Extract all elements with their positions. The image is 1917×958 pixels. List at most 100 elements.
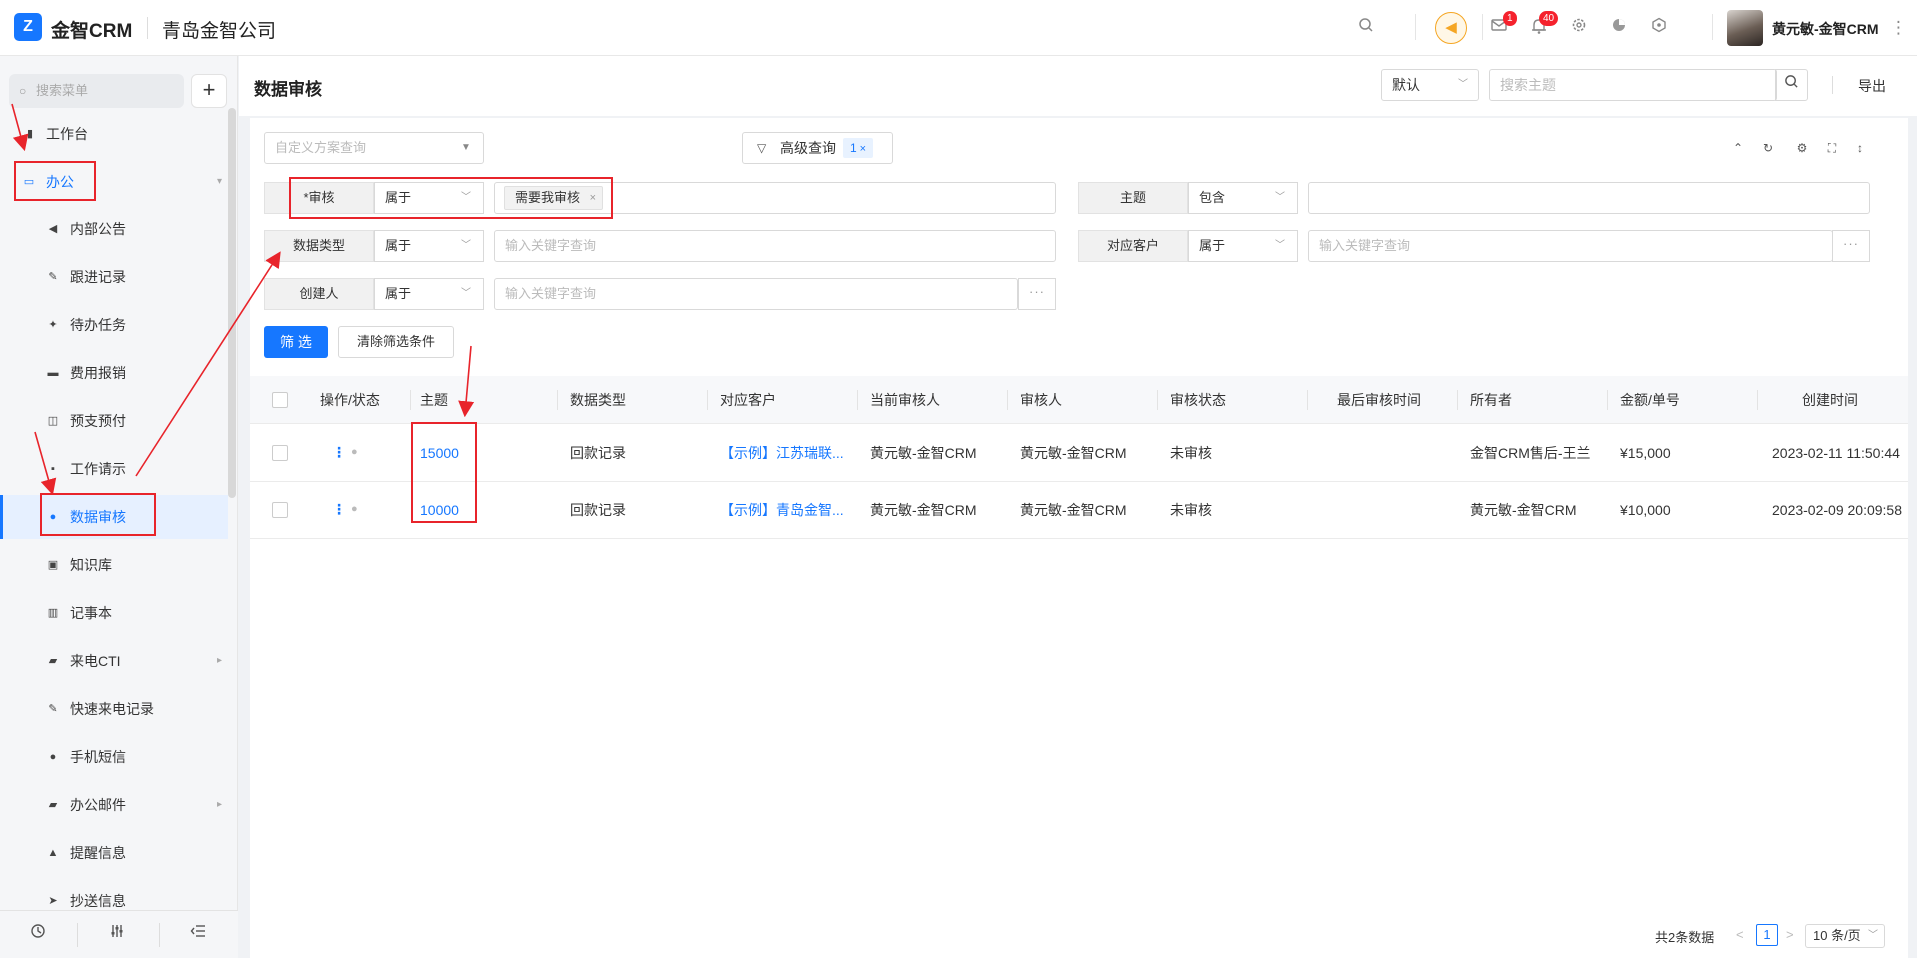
user-name[interactable]: 黄元敏-金智CRM: [1772, 19, 1879, 39]
sidebar-item-data-audit[interactable]: ● 数据审核: [0, 495, 228, 539]
divider: [77, 923, 78, 947]
column-header[interactable]: 当前审核人: [870, 376, 940, 424]
current-auditor-cell: 黄元敏-金智CRM: [870, 445, 977, 461]
column-height-icon[interactable]: ↕: [1852, 140, 1868, 156]
sidebar-item-cti[interactable]: ▰ 来电CTI ▸: [0, 639, 228, 683]
gear-icon[interactable]: ⚙: [1794, 140, 1810, 156]
customer-link[interactable]: 【示例】青岛金智...: [720, 482, 850, 539]
clear-filter-button[interactable]: 清除筛选条件: [338, 326, 454, 358]
column-header[interactable]: 对应客户: [720, 376, 776, 424]
creator-operator-select[interactable]: 属于 ﹀: [374, 278, 484, 310]
page-size-select[interactable]: 10 条/页 ﹀: [1805, 924, 1885, 948]
column-header[interactable]: 最后审核时间: [1337, 376, 1421, 424]
subject-search-input[interactable]: 搜索主题: [1489, 69, 1777, 101]
row-actions-icon[interactable]: ⋮: [332, 482, 346, 537]
auditor-cell: 黄元敏-金智CRM: [1020, 445, 1127, 461]
customer-link[interactable]: 【示例】江苏瑞联...: [720, 425, 850, 482]
close-icon[interactable]: ×: [590, 187, 596, 209]
collapse-up-icon[interactable]: ⌃: [1730, 140, 1746, 156]
next-page-icon[interactable]: >: [1786, 927, 1794, 942]
audit-operator-select[interactable]: 属于 ﹀: [374, 182, 484, 214]
table-row[interactable]: ⋮ ● 15000 回款记录 【示例】江苏瑞联... 黄元敏-金智CRM 黄元敏…: [250, 425, 1908, 482]
sidebar-item-office[interactable]: ▭ 办公 ▾: [0, 160, 228, 204]
column-divider[interactable]: [1007, 390, 1008, 410]
search-button[interactable]: [1775, 69, 1808, 101]
column-divider[interactable]: [1457, 390, 1458, 410]
sidebar-item-notebook[interactable]: ▥ 记事本: [0, 591, 228, 635]
column-divider[interactable]: [1307, 390, 1308, 410]
sidebar-item-mail[interactable]: ▰ 办公邮件 ▸: [0, 783, 228, 827]
export-button[interactable]: 导出: [1858, 76, 1886, 96]
select-all-checkbox[interactable]: [272, 392, 288, 408]
more-vertical-icon[interactable]: ⋮: [1890, 17, 1907, 39]
sidebar-item-sms[interactable]: ● 手机短信: [0, 735, 228, 779]
message-icon: ●: [49, 751, 57, 763]
sidebar-item-knowledge[interactable]: ▣ 知识库: [0, 543, 228, 587]
customer-more-button[interactable]: ···: [1832, 230, 1870, 262]
row-checkbox[interactable]: [272, 502, 288, 518]
divider: [147, 17, 148, 39]
app-name[interactable]: 金智CRM: [51, 16, 132, 43]
sidebar-item-request[interactable]: ▪ 工作请示: [0, 447, 228, 491]
column-divider[interactable]: [1607, 390, 1608, 410]
column-header[interactable]: 创建时间: [1802, 376, 1858, 424]
sidebar-item-quick-call[interactable]: ✎ 快速来电记录: [0, 687, 228, 731]
subject-link[interactable]: 10000: [420, 482, 459, 539]
cube-icon[interactable]: [1648, 17, 1670, 39]
chart-pie-icon[interactable]: [1608, 17, 1630, 39]
creator-filter-input[interactable]: 输入关键字查询: [494, 278, 1018, 310]
refresh-icon[interactable]: ↻: [1760, 140, 1776, 156]
sidebar-item-expense[interactable]: ▬ 费用报销: [0, 351, 228, 395]
avatar[interactable]: [1727, 10, 1763, 46]
view-select[interactable]: 默认 ﹀: [1381, 69, 1479, 101]
column-header[interactable]: 审核人: [1020, 376, 1062, 424]
creator-more-button[interactable]: ···: [1018, 278, 1056, 310]
sidebar-scrollbar[interactable]: [228, 108, 236, 498]
column-header[interactable]: 审核状态: [1170, 376, 1226, 424]
row-checkbox[interactable]: [272, 445, 288, 461]
scheme-select[interactable]: 自定义方案查询 ▼: [264, 132, 484, 164]
table-row[interactable]: ⋮ ● 10000 回款记录 【示例】青岛金智... 黄元敏-金智CRM 黄元敏…: [250, 482, 1908, 539]
subject-filter-input[interactable]: [1308, 182, 1870, 214]
sidebar-item-workbench[interactable]: ▮ 工作台: [0, 112, 228, 156]
column-divider[interactable]: [557, 390, 558, 410]
sidebar-item-follow-up[interactable]: ✎ 跟进记录: [0, 255, 228, 299]
row-actions-icon[interactable]: ⋮: [332, 425, 346, 480]
column-header[interactable]: 数据类型: [570, 376, 626, 424]
history-icon[interactable]: [26, 923, 50, 947]
audit-value-tag[interactable]: 需要我审核 ×: [504, 186, 604, 210]
column-header[interactable]: 所有者: [1470, 376, 1512, 424]
menu-search-input[interactable]: ○ 搜索菜单: [9, 74, 184, 108]
app-logo-icon[interactable]: Z: [14, 13, 42, 41]
customer-filter-input[interactable]: 输入关键字查询: [1308, 230, 1833, 262]
column-divider[interactable]: [1157, 390, 1158, 410]
sidebar-item-announcement[interactable]: ◀ 内部公告: [0, 207, 228, 251]
column-divider[interactable]: [857, 390, 858, 410]
column-divider[interactable]: [410, 390, 411, 410]
data-type-filter-input[interactable]: 输入关键字查询: [494, 230, 1056, 262]
sidebar-item-todo[interactable]: ✦ 待办任务: [0, 303, 228, 347]
filter-button[interactable]: 筛 选: [264, 326, 328, 358]
prev-page-icon[interactable]: <: [1736, 927, 1744, 942]
collapse-menu-icon[interactable]: [186, 923, 210, 947]
column-divider[interactable]: [1757, 390, 1758, 410]
data-type-operator-select[interactable]: 属于 ﹀: [374, 230, 484, 262]
add-menu-button[interactable]: +: [191, 74, 227, 108]
subject-link[interactable]: 15000: [420, 425, 459, 482]
sidebar-item-label: 记事本: [70, 605, 112, 621]
fullscreen-icon[interactable]: ⛶: [1824, 140, 1840, 156]
gear-icon[interactable]: [1568, 17, 1590, 39]
customer-operator-select[interactable]: 属于 ﹀: [1188, 230, 1298, 262]
column-header[interactable]: 金额/单号: [1620, 376, 1680, 424]
column-header[interactable]: 操作/状态: [320, 376, 380, 424]
settings-sliders-icon[interactable]: [105, 923, 129, 947]
sidebar-item-reminder[interactable]: ▲ 提醒信息: [0, 831, 228, 875]
subject-operator-select[interactable]: 包含 ﹀: [1188, 182, 1298, 214]
announcement-icon[interactable]: ◀: [1435, 12, 1467, 44]
advanced-count-badge[interactable]: 1 ×: [843, 138, 873, 158]
column-header[interactable]: 主题: [420, 376, 448, 424]
search-icon[interactable]: [1355, 17, 1377, 39]
column-divider[interactable]: [707, 390, 708, 410]
page-number-current[interactable]: 1: [1756, 924, 1778, 946]
sidebar-item-advance[interactable]: ◫ 预支预付: [0, 399, 228, 443]
